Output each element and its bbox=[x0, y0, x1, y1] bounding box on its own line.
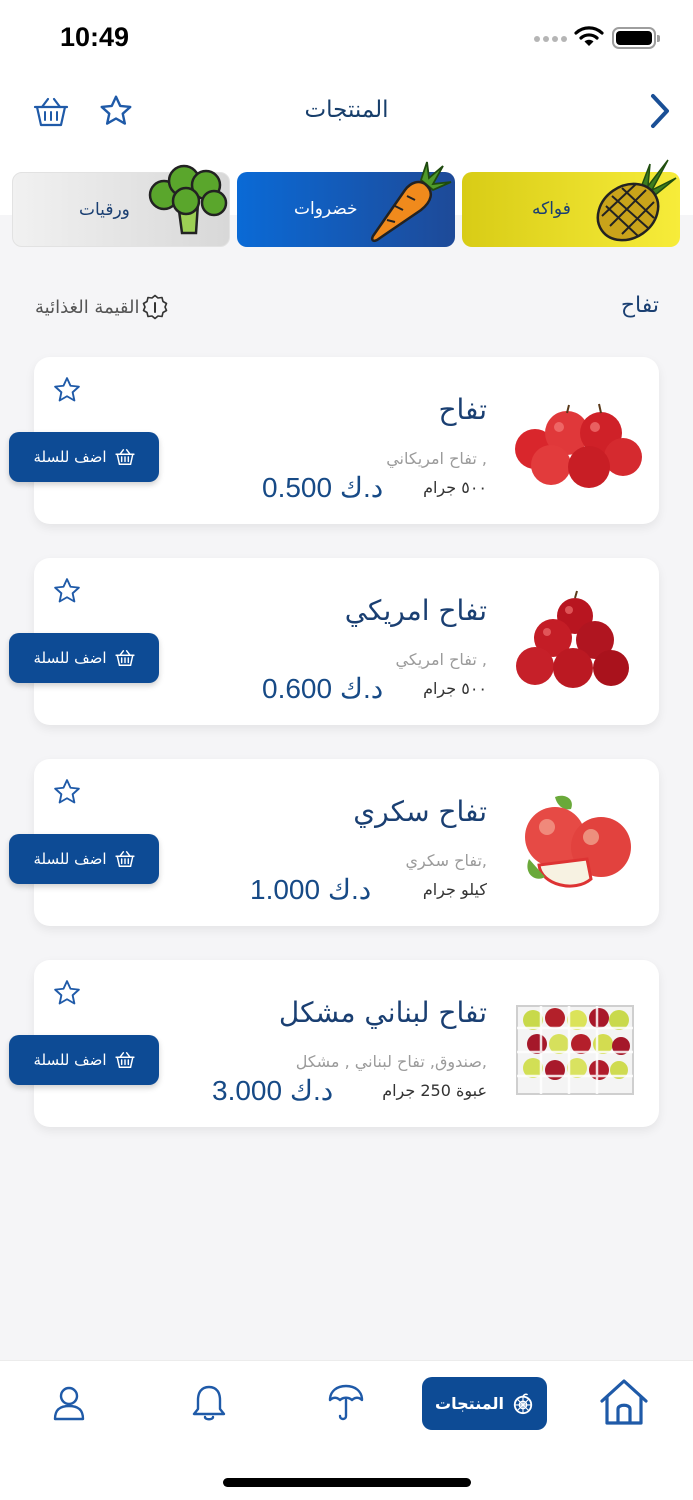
user-icon[interactable] bbox=[51, 1385, 87, 1421]
product-description: تفاح سكري, bbox=[405, 851, 487, 870]
pineapple-icon bbox=[596, 159, 677, 242]
product-weight: عبوة 250 جرام bbox=[382, 1081, 487, 1100]
nav-products-button[interactable]: المنتجات bbox=[422, 1377, 547, 1430]
nutrition-label: القيمة الغذائية bbox=[35, 296, 140, 318]
product-image-red-apples bbox=[515, 403, 642, 488]
add-to-cart-label: اضف للسلة bbox=[33, 1051, 107, 1069]
category-label: فواكه bbox=[532, 199, 571, 219]
bell-icon[interactable] bbox=[191, 1383, 227, 1423]
add-to-cart-label: اضف للسلة bbox=[33, 850, 107, 868]
product-description: تفاح امريكاني , bbox=[386, 449, 487, 468]
basket-icon bbox=[114, 449, 135, 465]
category-label: ورقيات bbox=[79, 200, 130, 220]
product-name: تفاح امريكي bbox=[344, 594, 487, 627]
add-to-cart-label: اضف للسلة bbox=[33, 649, 107, 667]
products-icon bbox=[513, 1393, 533, 1414]
favorite-star-icon[interactable] bbox=[52, 576, 82, 606]
broccoli-icon bbox=[148, 164, 228, 235]
add-to-cart-button[interactable]: اضف للسلة bbox=[9, 1035, 159, 1085]
back-chevron-icon[interactable] bbox=[648, 92, 672, 130]
product-name: تفاح bbox=[438, 393, 487, 426]
nutrition-value-link[interactable]: القيمة الغذائية bbox=[35, 294, 168, 320]
favorite-star-icon[interactable] bbox=[52, 375, 82, 405]
product-name: تفاح لبناني مشكل bbox=[278, 996, 487, 1029]
add-to-cart-label: اضف للسلة bbox=[33, 448, 107, 466]
product-image-american-apples bbox=[516, 590, 629, 688]
info-icon bbox=[142, 294, 167, 320]
product-price: 0.500 د.ك bbox=[262, 472, 384, 503]
category-label: خضروات bbox=[294, 199, 358, 219]
product-price: 1.000 د.ك bbox=[250, 874, 372, 905]
add-to-cart-button[interactable]: اضف للسلة bbox=[9, 633, 159, 683]
add-to-cart-button[interactable]: اضف للسلة bbox=[9, 432, 159, 482]
product-weight: كيلو جرام bbox=[422, 880, 487, 899]
basket-icon bbox=[114, 1052, 135, 1068]
product-image-sugar-apples bbox=[525, 795, 631, 888]
product-weight: ٥٠٠ جرام bbox=[423, 478, 487, 497]
bottom-navigation: المنتجات bbox=[0, 1360, 693, 1500]
home-indicator bbox=[223, 1478, 471, 1487]
add-to-cart-button[interactable]: اضف للسلة bbox=[9, 834, 159, 884]
category-tab-vegetables[interactable]: خضروات bbox=[237, 161, 455, 247]
product-name: تفاح سكري bbox=[353, 795, 487, 828]
product-description: تفاح امريكي , bbox=[395, 650, 487, 669]
product-price: 0.600 د.ك bbox=[262, 673, 384, 704]
product-price: 3.000 د.ك bbox=[212, 1075, 334, 1106]
basket-icon bbox=[114, 851, 135, 867]
product-description: صندوق, تفاح لبناني , مشكل, bbox=[295, 1052, 487, 1071]
nav-products-label: المنتجات bbox=[435, 1394, 504, 1413]
battery-icon bbox=[612, 27, 660, 49]
home-icon[interactable] bbox=[598, 1377, 650, 1427]
product-weight: ٥٠٠ جرام bbox=[423, 679, 487, 698]
product-image-apple-crate bbox=[516, 1005, 634, 1095]
page-title: المنتجات bbox=[304, 97, 389, 123]
signal-icon bbox=[534, 36, 567, 42]
carrot-icon bbox=[370, 161, 452, 243]
category-tab-leafy[interactable]: ورقيات bbox=[12, 164, 230, 247]
umbrella-icon[interactable] bbox=[327, 1383, 365, 1423]
favorite-star-icon[interactable] bbox=[52, 777, 82, 807]
wifi-icon bbox=[574, 26, 604, 46]
basket-icon bbox=[114, 650, 135, 666]
status-time: 10:49 bbox=[60, 22, 130, 52]
category-tab-fruits[interactable]: فواكه bbox=[462, 159, 680, 247]
favorite-star-icon[interactable] bbox=[52, 978, 82, 1008]
subcategory-title: تفاح bbox=[620, 293, 659, 318]
